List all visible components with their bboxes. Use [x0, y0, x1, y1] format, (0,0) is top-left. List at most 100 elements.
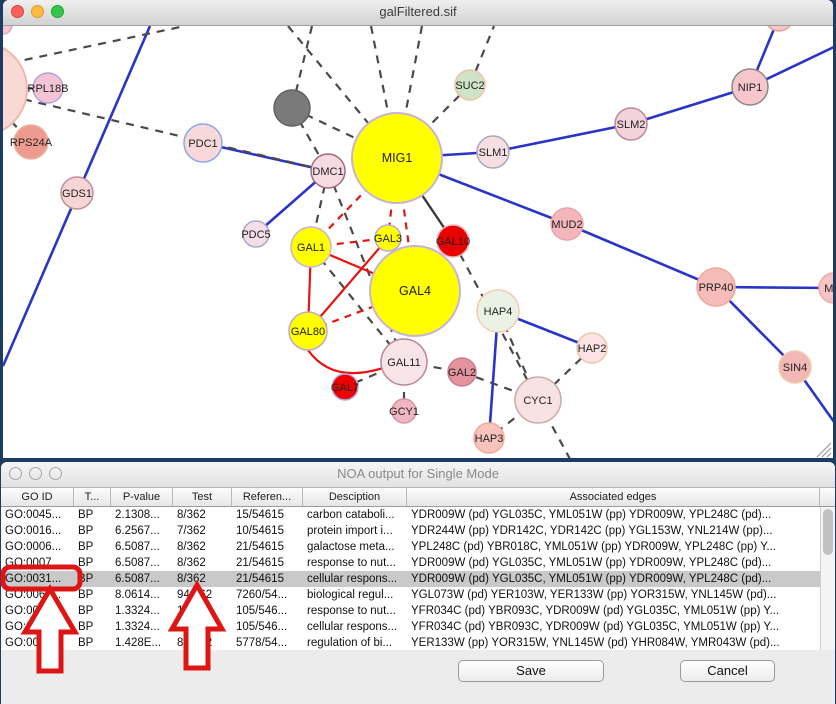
graph-window-titlebar[interactable]: galFiltered.sif: [3, 0, 833, 26]
table-cell: BP: [74, 635, 111, 651]
column-header-6[interactable]: Desciption: [303, 488, 407, 506]
resize-grip-icon[interactable]: [817, 443, 831, 457]
node-label-SUC2: SUC2: [455, 80, 484, 92]
save-button[interactable]: Save: [458, 660, 604, 682]
table-cell: carbon cataboli...: [303, 507, 407, 523]
table-cell: cellular respons...: [303, 619, 407, 635]
table-cell: YFR034C (pd) YBR093C, YDR009W (pd) YGL03…: [407, 603, 820, 619]
table-cell: YFR034C (pd) YBR093C, YDR009W (pd) YGL03…: [407, 619, 820, 635]
table-cell: YGL073W (pd) YER103W, YER133W (pp) YOR31…: [407, 587, 820, 603]
table-cell: 105/546...: [232, 619, 303, 635]
node-label-RPS24A: RPS24A: [10, 137, 53, 149]
table-cell: 7/362: [173, 523, 232, 539]
edge-blue: [493, 124, 631, 152]
table-cell: YDR009W (pd) YGL035C, YML051W (pp) YDR00…: [407, 555, 820, 571]
table-cell: 2.1308...: [111, 507, 173, 523]
node-label-DMC1: DMC1: [312, 166, 343, 178]
node-layer: RPL18BRPS24AGDS1PDC1DMC1MIG1SUC2SLM1SLM2…: [3, 26, 833, 453]
table-row[interactable]: GO:0007...BP6.5087...8/36221/54615respon…: [1, 555, 820, 571]
table-cell: BP: [74, 603, 111, 619]
edge-red: [308, 350, 383, 373]
table-cell: YER133W (pp) YOR315W, YNL145W (pd) YHR08…: [407, 635, 820, 651]
node-label-GAL11: GAL11: [387, 357, 420, 369]
results-table: GO IDT...P-valueTestReferen...Desciption…: [1, 488, 835, 650]
table-row[interactable]: GO:0016...BP6.2567...7/36210/54615protei…: [1, 523, 820, 539]
table-row[interactable]: GO:0031...BP1.3324...11/362105/546...res…: [1, 603, 820, 619]
table-cell: 8/362: [173, 555, 232, 571]
table-cell: response to nut...: [303, 555, 407, 571]
table-cell: 8.0614...: [111, 587, 173, 603]
table-cell: 7260/54...: [232, 587, 303, 603]
column-header-1[interactable]: GO ID: [1, 488, 74, 506]
table-row[interactable]: GO:0065...BP8.0614...94/3627260/54...bio…: [1, 587, 820, 603]
table-cell: 11/362: [173, 619, 232, 635]
network-canvas[interactable]: RPL18BRPS24AGDS1PDC1DMC1MIG1SUC2SLM1SLM2…: [3, 26, 833, 458]
table-cell: BP: [74, 539, 111, 555]
table-cell: galactose meta...: [303, 539, 407, 555]
table-cell: GO:0007...: [1, 555, 74, 571]
table-cell: 6.5087...: [111, 555, 173, 571]
table-cell: 21/54615: [232, 571, 303, 587]
vertical-scrollbar[interactable]: [820, 507, 835, 650]
node-label-GAL10: GAL10: [436, 236, 470, 248]
node-BIGLEFT[interactable]: [3, 42, 27, 136]
table-cell: BP: [74, 507, 111, 523]
node-label-GDS1: GDS1: [62, 188, 92, 200]
table-cell: BP: [74, 571, 111, 587]
table-cell: 15/54615: [232, 507, 303, 523]
table-row[interactable]: GO:0045...BP2.1308...8/36215/54615carbon…: [1, 507, 820, 523]
table-cell: cellular respons...: [303, 571, 407, 587]
column-header-5[interactable]: Referen...: [232, 488, 303, 506]
node-TINYTOP[interactable]: [3, 26, 12, 34]
node-label-CYC1: CYC1: [523, 395, 552, 407]
table-cell: 6.2567...: [111, 523, 173, 539]
node-label-NIP1: NIP1: [738, 82, 762, 94]
node-label-HAP4: HAP4: [484, 306, 513, 318]
node-label-MSI: MSI: [824, 283, 833, 295]
table-cell: 10/54615: [232, 523, 303, 539]
node-label-HAP3: HAP3: [475, 433, 504, 445]
table-row[interactable]: GO:0031...BP1.3324...11/362105/546...cel…: [1, 619, 820, 635]
table-cell: GO:0006...: [1, 539, 74, 555]
edge-dash: [10, 26, 185, 63]
cancel-button[interactable]: Cancel: [680, 660, 775, 682]
table-cell: biological regul...: [303, 587, 407, 603]
scrollbar-thumb[interactable]: [823, 509, 833, 555]
node-label-GAL1: GAL1: [297, 242, 325, 254]
noa-output-window: NOA output for Single Mode GO IDT...P-va…: [1, 462, 835, 704]
table-row[interactable]: GO:0031...BP6.5087...8/36221/54615cellul…: [1, 571, 820, 587]
column-header-4[interactable]: Test: [173, 488, 232, 506]
table-cell: 6.5087...: [111, 571, 173, 587]
node-TOPRIGHT[interactable]: [765, 26, 793, 31]
table-row[interactable]: GO:0050...BP1.428E...80/3625778/54...reg…: [1, 635, 820, 651]
table-cell: GO:0045...: [1, 507, 74, 523]
node-label-SIN4: SIN4: [783, 362, 807, 374]
table-cell: BP: [74, 523, 111, 539]
table-cell: 105/546...: [232, 603, 303, 619]
column-header-7[interactable]: Associated edges: [407, 488, 820, 506]
node-label-GCY1: GCY1: [389, 406, 419, 418]
graph-window-title: galFiltered.sif: [3, 4, 833, 19]
table-cell: YDR009W (pd) YGL035C, YML051W (pp) YDR00…: [407, 507, 820, 523]
node-GRAY[interactable]: [274, 90, 310, 126]
table-row[interactable]: GO:0006...BP6.5087...8/36221/54615galact…: [1, 539, 820, 555]
table-cell: regulation of bi...: [303, 635, 407, 651]
table-cell: 1.428E...: [111, 635, 173, 651]
node-label-GAL80: GAL80: [291, 326, 325, 338]
node-label-MIG1: MIG1: [382, 151, 413, 165]
table-cell: 8/362: [173, 571, 232, 587]
node-label-RPL18B: RPL18B: [28, 83, 69, 95]
node-label-MUD2: MUD2: [551, 219, 582, 231]
table-cell: YPL248C (pd) YBR018C, YML051W (pp) YDR00…: [407, 539, 820, 555]
table-cell: BP: [74, 555, 111, 571]
table-cell: GO:0050...: [1, 635, 74, 651]
table-cell: protein import i...: [303, 523, 407, 539]
column-header-3[interactable]: P-value: [111, 488, 173, 506]
edge-blue: [567, 224, 716, 287]
table-cell: GO:0031...: [1, 603, 74, 619]
table-header-row: GO IDT...P-valueTestReferen...Desciption…: [1, 488, 835, 507]
noa-window-titlebar[interactable]: NOA output for Single Mode: [1, 462, 835, 488]
table-cell: BP: [74, 587, 111, 603]
table-cell: 21/54615: [232, 539, 303, 555]
column-header-2[interactable]: T...: [74, 488, 111, 506]
